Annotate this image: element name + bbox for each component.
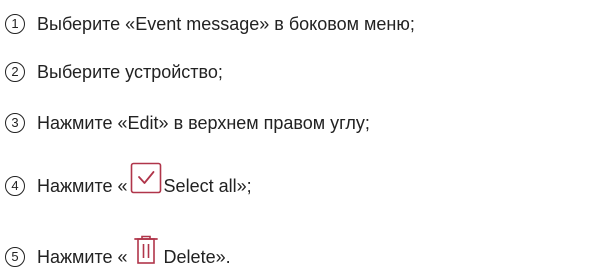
step-text: Нажмите «Edit» в верхнем правом углу; [37, 113, 370, 133]
step-number: 3 [5, 113, 25, 133]
step-number: 5 [5, 247, 25, 267]
step-text: Выберите «Event message» в боковом меню; [37, 14, 415, 34]
step-number: 2 [5, 62, 25, 82]
trash-icon [128, 235, 164, 268]
step-text-after: Select all»; [163, 176, 252, 196]
step-text-before: Нажмите « [37, 247, 128, 267]
step-number: 1 [5, 14, 25, 34]
step-2: 2 Выберите устройство; [0, 61, 223, 83]
checkbox-checked-icon [128, 162, 164, 197]
step-4: 4 Нажмите « Select all»; [0, 162, 252, 197]
step-3: 3 Нажмите «Edit» в верхнем правом углу; [0, 112, 370, 134]
step-5: 5 Нажмите « Delete». [0, 235, 231, 268]
step-number: 4 [5, 176, 25, 196]
step-1: 1 Выберите «Event message» в боковом мен… [0, 13, 415, 35]
step-text-before: Нажмите « [37, 176, 128, 196]
step-text-after: Delete». [163, 247, 231, 267]
step-text: Выберите устройство; [37, 62, 223, 82]
